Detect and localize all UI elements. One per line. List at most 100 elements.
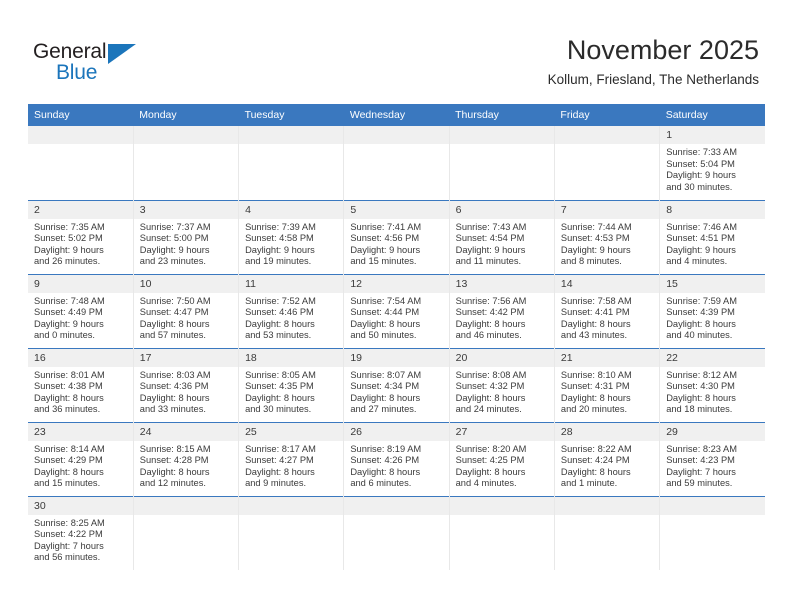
general-blue-logo[interactable]: General Blue bbox=[33, 40, 153, 90]
sunrise-text: Sunrise: 8:20 AM bbox=[455, 443, 527, 454]
sun-info: Sunrise: 8:10 AM Sunset: 4:31 PM Daylight:… bbox=[555, 367, 659, 416]
daylight-text-line1: Daylight: 9 hours bbox=[560, 244, 631, 255]
sunset-text: Sunset: 4:46 PM bbox=[245, 307, 314, 318]
calendar-day-cell[interactable]: 27 Sunrise: 8:20 AM Sunset: 4:25 PM Dayligh… bbox=[449, 421, 555, 496]
calendar-day-cell[interactable]: 22 Sunrise: 8:12 AM Sunset: 4:30 PM Dayligh… bbox=[659, 347, 765, 422]
calendar-day-cell[interactable]: 12 Sunrise: 7:54 AM Sunset: 4:44 PM Dayligh… bbox=[343, 273, 450, 348]
daylight-text-line2: and 4 minutes. bbox=[666, 256, 728, 267]
sunrise-text: Sunrise: 7:44 AM bbox=[560, 221, 632, 232]
sun-info: Sunrise: 7:56 AM Sunset: 4:42 PM Daylight:… bbox=[450, 293, 554, 342]
calendar-day-cell[interactable]: 26 Sunrise: 8:19 AM Sunset: 4:26 PM Dayligh… bbox=[343, 421, 450, 496]
day-number: 30 bbox=[28, 496, 133, 515]
sun-info: Sunrise: 8:08 AM Sunset: 4:32 PM Daylight:… bbox=[450, 367, 554, 416]
daylight-text-line1: Daylight: 8 hours bbox=[34, 466, 104, 477]
calendar-day-cell[interactable]: 10 Sunrise: 7:50 AM Sunset: 4:47 PM Dayligh… bbox=[133, 273, 240, 348]
sunrise-text: Sunrise: 7:58 AM bbox=[560, 295, 632, 306]
calendar-cell-empty bbox=[343, 495, 450, 570]
calendar-day-cell[interactable]: 16 Sunrise: 8:01 AM Sunset: 4:38 PM Dayligh… bbox=[28, 347, 134, 422]
calendar-day-cell[interactable]: 28 Sunrise: 8:22 AM Sunset: 4:24 PM Dayligh… bbox=[554, 421, 661, 496]
daylight-text-line1: Daylight: 8 hours bbox=[455, 392, 526, 403]
day-number: 10 bbox=[133, 274, 239, 293]
calendar-cell-empty bbox=[238, 495, 345, 570]
daylight-text-line1: Daylight: 8 hours bbox=[245, 318, 315, 329]
calendar-cell-empty bbox=[449, 126, 555, 200]
day-number bbox=[133, 126, 239, 144]
sunrise-text: Sunrise: 8:17 AM bbox=[245, 443, 316, 454]
calendar-cell-empty bbox=[133, 495, 240, 570]
calendar-day-cell[interactable]: 21 Sunrise: 8:10 AM Sunset: 4:31 PM Dayligh… bbox=[554, 347, 661, 422]
sun-info: Sunrise: 8:22 AM Sunset: 4:24 PM Daylight:… bbox=[555, 441, 659, 490]
calendar-day-cell[interactable]: 29 Sunrise: 8:23 AM Sunset: 4:23 PM Dayligh… bbox=[659, 421, 765, 496]
sunset-text: Sunset: 4:44 PM bbox=[350, 307, 420, 318]
sunset-text: Sunset: 4:42 PM bbox=[455, 307, 525, 318]
calendar-day-cell[interactable]: 6 Sunrise: 7:43 AM Sunset: 4:54 PM Daylight… bbox=[449, 199, 555, 274]
calendar-day-cell[interactable]: 1 Sunrise: 7:33 AM Sunset: 5:04 PM Daylight… bbox=[659, 126, 765, 200]
blue-triangle-icon bbox=[108, 44, 136, 64]
calendar-day-cell[interactable]: 2 Sunrise: 7:35 AM Sunset: 5:02 PM Daylight… bbox=[28, 199, 134, 274]
weekday-header-thursday: Thursday bbox=[449, 104, 555, 126]
daylight-text-line1: Daylight: 8 hours bbox=[350, 318, 421, 329]
day-number: 16 bbox=[28, 348, 133, 367]
calendar-day-cell[interactable]: 19 Sunrise: 8:07 AM Sunset: 4:34 PM Dayligh… bbox=[343, 347, 450, 422]
calendar-day-cell[interactable]: 13 Sunrise: 7:56 AM Sunset: 4:42 PM Dayligh… bbox=[449, 273, 555, 348]
calendar-header-row: Sunday Monday Tuesday Wednesday Thursday… bbox=[28, 104, 765, 126]
sun-info: Sunrise: 7:41 AM Sunset: 4:56 PM Daylight:… bbox=[344, 219, 448, 268]
calendar-week-row: 30 Sunrise: 8:25 AM Sunset: 4:22 PM Dayligh… bbox=[28, 495, 765, 570]
daylight-text-line1: Daylight: 8 hours bbox=[350, 392, 421, 403]
sun-info: Sunrise: 7:35 AM Sunset: 5:02 PM Daylight:… bbox=[28, 219, 133, 268]
sunrise-text: Sunrise: 7:59 AM bbox=[666, 295, 737, 306]
calendar-day-cell[interactable]: 15 Sunrise: 7:59 AM Sunset: 4:39 PM Dayligh… bbox=[659, 273, 765, 348]
sunset-text: Sunset: 4:53 PM bbox=[560, 233, 630, 244]
calendar-day-cell[interactable]: 7 Sunrise: 7:44 AM Sunset: 4:53 PM Daylight… bbox=[554, 199, 661, 274]
calendar-day-cell[interactable]: 20 Sunrise: 8:08 AM Sunset: 4:32 PM Dayligh… bbox=[449, 347, 555, 422]
calendar-day-cell[interactable]: 11 Sunrise: 7:52 AM Sunset: 4:46 PM Dayligh… bbox=[238, 273, 345, 348]
sunrise-text: Sunrise: 7:41 AM bbox=[350, 221, 422, 232]
calendar-cell-empty bbox=[659, 495, 765, 570]
daylight-text-line2: and 24 minutes. bbox=[455, 404, 522, 415]
daylight-text-line1: Daylight: 8 hours bbox=[245, 392, 315, 403]
sunrise-text: Sunrise: 8:14 AM bbox=[34, 443, 105, 454]
sunset-text: Sunset: 4:27 PM bbox=[245, 455, 314, 466]
daylight-text-line2: and 4 minutes. bbox=[455, 478, 517, 489]
daylight-text-line2: and 30 minutes. bbox=[245, 404, 312, 415]
sun-info: Sunrise: 8:25 AM Sunset: 4:22 PM Daylight:… bbox=[28, 515, 133, 564]
calendar-day-cell[interactable]: 30 Sunrise: 8:25 AM Sunset: 4:22 PM Dayligh… bbox=[28, 495, 134, 570]
daylight-text-line2: and 43 minutes. bbox=[560, 330, 628, 341]
calendar-day-cell[interactable]: 24 Sunrise: 8:15 AM Sunset: 4:28 PM Dayligh… bbox=[133, 421, 240, 496]
calendar-day-cell[interactable]: 3 Sunrise: 7:37 AM Sunset: 5:00 PM Daylight… bbox=[133, 199, 240, 274]
daylight-text-line2: and 30 minutes. bbox=[666, 181, 733, 192]
calendar-day-cell[interactable]: 14 Sunrise: 7:58 AM Sunset: 4:41 PM Dayligh… bbox=[554, 273, 661, 348]
calendar-day-cell[interactable]: 25 Sunrise: 8:17 AM Sunset: 4:27 PM Dayligh… bbox=[238, 421, 345, 496]
sunrise-text: Sunrise: 8:22 AM bbox=[560, 443, 632, 454]
calendar-day-cell[interactable]: 23 Sunrise: 8:14 AM Sunset: 4:29 PM Dayligh… bbox=[28, 421, 134, 496]
calendar-day-cell[interactable]: 8 Sunrise: 7:46 AM Sunset: 4:51 PM Daylight… bbox=[659, 199, 765, 274]
calendar-day-cell[interactable]: 18 Sunrise: 8:05 AM Sunset: 4:35 PM Dayligh… bbox=[238, 347, 345, 422]
weekday-header-monday: Monday bbox=[133, 104, 239, 126]
calendar-day-cell[interactable]: 9 Sunrise: 7:48 AM Sunset: 4:49 PM Daylight… bbox=[28, 273, 134, 348]
daylight-text-line2: and 15 minutes. bbox=[350, 256, 417, 267]
title-block: November 2025 Kollum, Friesland, The Net… bbox=[548, 34, 759, 90]
daylight-text-line2: and 59 minutes. bbox=[666, 478, 733, 489]
calendar-day-cell[interactable]: 4 Sunrise: 7:39 AM Sunset: 4:58 PM Daylight… bbox=[238, 199, 345, 274]
day-number: 24 bbox=[133, 422, 239, 441]
day-number: 23 bbox=[28, 422, 133, 441]
day-number: 20 bbox=[449, 348, 554, 367]
sunrise-text: Sunrise: 7:43 AM bbox=[455, 221, 527, 232]
day-number bbox=[133, 496, 239, 515]
sunrise-text: Sunrise: 7:56 AM bbox=[455, 295, 527, 306]
sunset-text: Sunset: 4:39 PM bbox=[666, 307, 735, 318]
calendar-cell-empty bbox=[554, 495, 661, 570]
sunrise-text: Sunrise: 7:52 AM bbox=[245, 295, 316, 306]
day-number bbox=[344, 126, 449, 144]
day-number: 21 bbox=[554, 348, 660, 367]
daylight-text-line1: Daylight: 8 hours bbox=[139, 318, 210, 329]
calendar-week-row: 16 Sunrise: 8:01 AM Sunset: 4:38 PM Dayligh… bbox=[28, 347, 765, 422]
day-number: 7 bbox=[554, 200, 660, 219]
calendar-day-cell[interactable]: 17 Sunrise: 8:03 AM Sunset: 4:36 PM Dayligh… bbox=[133, 347, 240, 422]
sunset-text: Sunset: 4:22 PM bbox=[34, 529, 103, 540]
sun-info: Sunrise: 8:12 AM Sunset: 4:30 PM Daylight:… bbox=[660, 367, 765, 416]
calendar-day-cell[interactable]: 5 Sunrise: 7:41 AM Sunset: 4:56 PM Daylight… bbox=[343, 199, 450, 274]
daylight-text-line1: Daylight: 9 hours bbox=[666, 170, 736, 181]
daylight-text-line1: Daylight: 8 hours bbox=[560, 466, 631, 477]
daylight-text-line1: Daylight: 8 hours bbox=[34, 392, 104, 403]
